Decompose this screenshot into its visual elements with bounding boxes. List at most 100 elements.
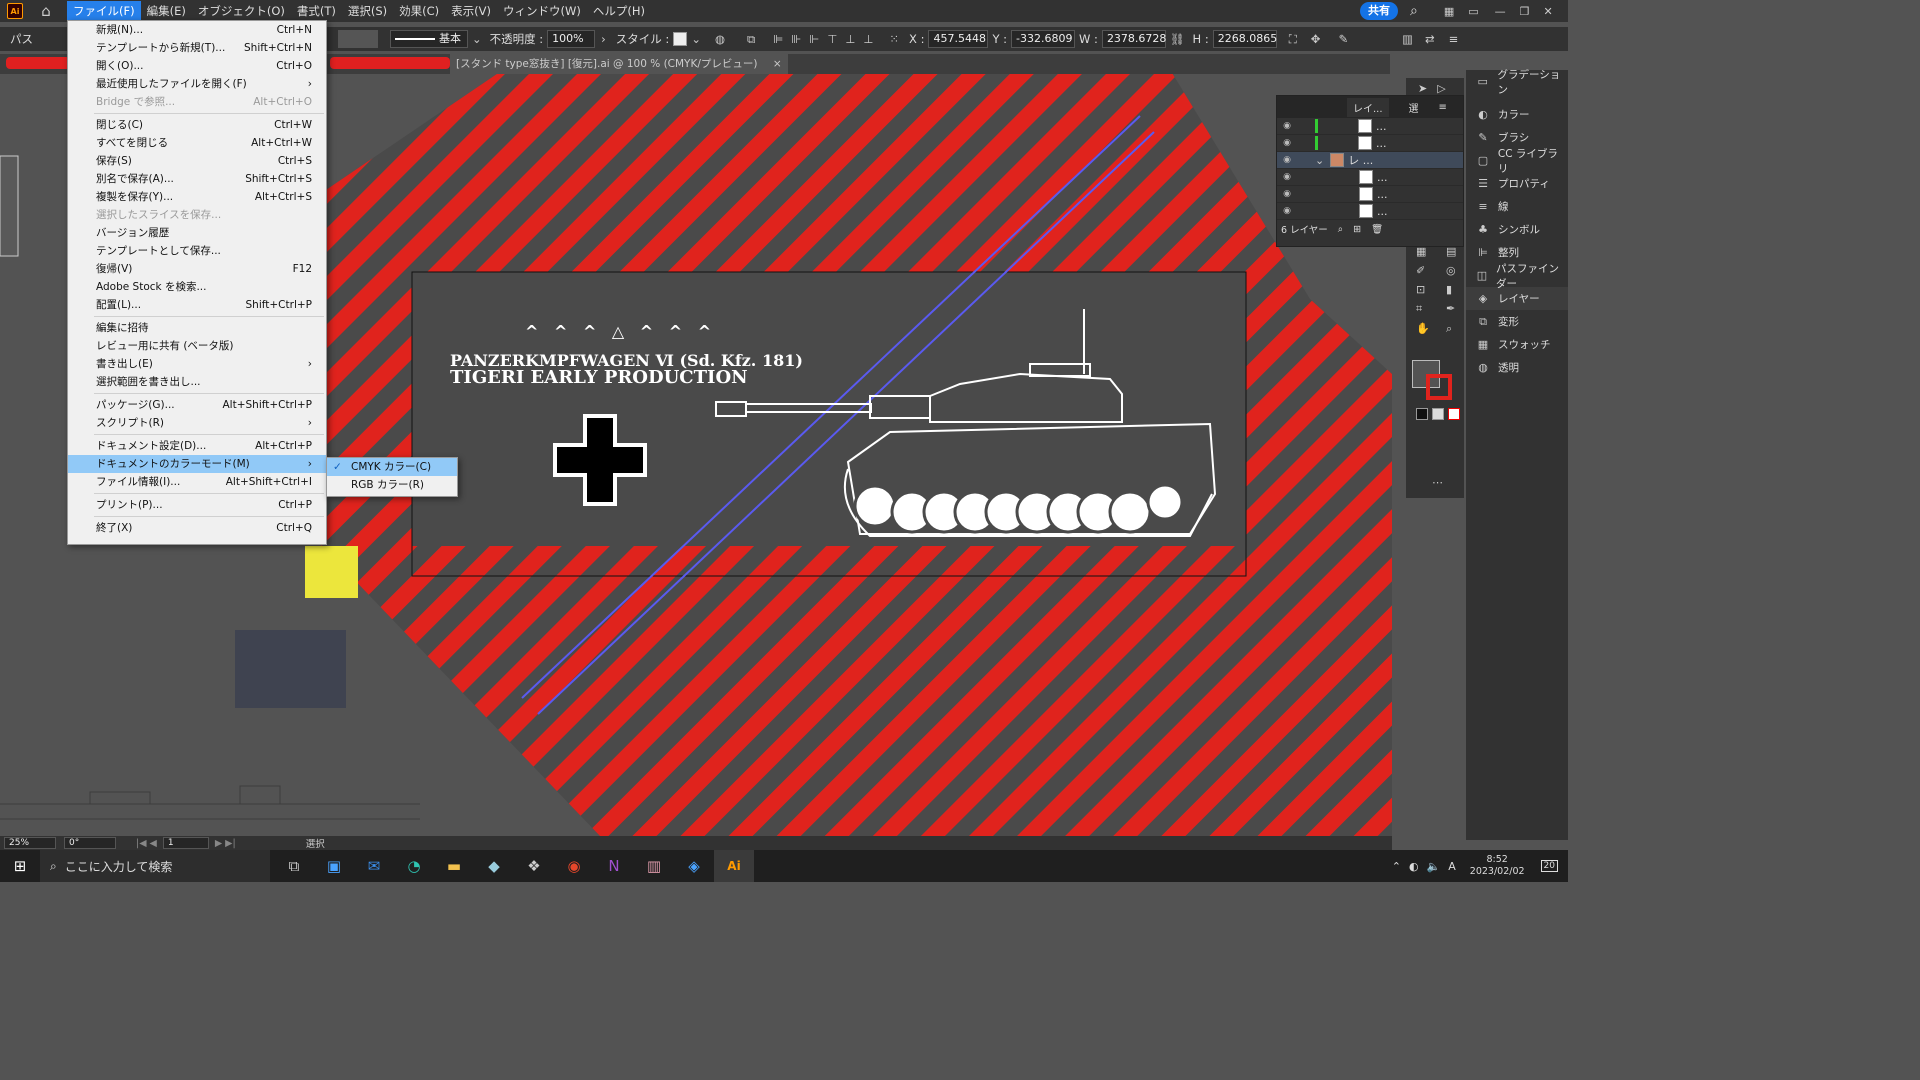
file-menu-item[interactable]: テンプレートとして保存... [68,242,326,260]
document-tab[interactable]: [スタンド type窓抜き] [復元].ai @ 100 % (CMYK/プレビ… [450,54,788,74]
selection-tool-icon[interactable]: ➤ [1418,82,1427,95]
artboard-nav-icons[interactable]: |◀ ◀ [136,838,157,849]
align-center-icon[interactable]: ⊪ [791,32,801,46]
layer-row[interactable]: ◉... [1277,118,1463,135]
mail-icon[interactable]: ✉ [354,850,394,882]
file-menu-item[interactable]: レビュー用に共有 (ベータ版) [68,337,326,355]
file-menu-item[interactable]: 閉じる(C) Ctrl+W [68,116,326,134]
direct-selection-tool-icon[interactable]: ▷ [1437,82,1445,95]
volume-icon[interactable]: 🔈 [1427,860,1441,873]
stroke-style-select[interactable]: 基本 [390,30,468,48]
file-menu-item[interactable]: ドキュメントのカラーモード(M) › [68,455,326,473]
panel-gradient[interactable]: ▭ グラデーション [1466,69,1568,96]
tab-close-icon[interactable]: × [773,58,782,70]
ime-indicator[interactable]: A [1448,860,1456,873]
eye-icon[interactable]: ◉ [1277,172,1297,182]
clock[interactable]: 8:52 2023/02/02 [1470,854,1525,878]
opacity-input[interactable]: 100% [547,30,596,48]
hand-tool-icon[interactable]: ✋ [1416,322,1440,336]
delete-icon[interactable]: 🗑 [1371,224,1383,235]
align-top-icon[interactable]: ⊤ [827,32,837,46]
file-menu-item[interactable]: 選択範囲を書き出し... [68,373,326,391]
align-right-icon[interactable]: ⊩ [809,32,819,46]
workspace-icon[interactable]: ▦ [1444,5,1454,18]
w-input[interactable]: 2378.6728 [1101,30,1166,48]
stroke-swatch[interactable] [1426,374,1452,400]
chevron-down-icon[interactable]: ⌄ [1315,154,1324,167]
file-menu-item[interactable]: 複製を保存(Y)... Alt+Ctrl+S [68,188,326,206]
app-icon[interactable]: ◈ [674,850,714,882]
panel-stroke[interactable]: ≡ 線 [1466,195,1568,218]
photos-icon[interactable]: ▥ [634,850,674,882]
artboard-number[interactable]: 1 [162,837,209,849]
x-input[interactable]: 457.5448 [928,30,989,48]
file-menu-item[interactable]: 編集に招待 [68,319,326,337]
windows-start-icon[interactable]: ⊞ [0,850,40,882]
file-menu-item[interactable]: ファイル情報(I)... Alt+Shift+Ctrl+I [68,473,326,491]
color-button[interactable] [1416,408,1428,420]
menu-edit[interactable]: 編集(E) [141,1,192,21]
share-button[interactable]: 共有 [1360,2,1398,20]
eye-icon[interactable]: ◉ [1277,206,1297,216]
panel-swatches[interactable]: ▦ スウォッチ [1466,333,1568,356]
task-view-icon[interactable]: ⧉ [274,850,314,882]
file-menu-item[interactable]: スクリプト(R) › [68,414,326,432]
h-input[interactable]: 2268.0865 [1212,30,1277,48]
file-menu-item[interactable]: バージョン履歴 [68,224,326,242]
new-sublayer-icon[interactable]: ⊞ [1353,224,1361,235]
file-menu-item[interactable]: Adobe Stock を検索... [68,278,326,296]
illustrator-taskbar-icon[interactable]: Ai [714,850,754,882]
artboard-nav-next-icons[interactable]: ▶ ▶| [215,838,236,849]
store-icon[interactable]: ▣ [314,850,354,882]
tab-selection[interactable]: 選 [1409,100,1419,115]
panel-menu-icon[interactable]: ≡ [1439,102,1447,113]
layer-row[interactable]: ◉... [1277,186,1463,203]
file-menu-item[interactable]: 別名で保存(A)... Shift+Ctrl+S [68,170,326,188]
notification-icon[interactable]: 20 [1540,860,1558,872]
menu-effect[interactable]: 効果(C) [393,1,445,21]
file-menu-item[interactable]: すべてを閉じる Alt+Ctrl+W [68,134,326,152]
panel-color[interactable]: ◐ カラー [1466,103,1568,126]
link-icon[interactable]: ⛓ [1170,32,1185,46]
transform-icon[interactable]: ⧉ [747,32,755,47]
menu-help[interactable]: ヘルプ(H) [587,1,651,21]
restore-icon[interactable]: ❐ [1520,5,1530,18]
symbol-sprayer-icon[interactable]: ⊡ [1416,283,1440,296]
menu-item-rgb[interactable]: RGB カラー(R) [327,476,457,494]
close-icon[interactable]: ✕ [1544,5,1553,18]
slate-rectangle-object[interactable] [235,630,346,708]
panel-transparency[interactable]: ◍ 透明 [1466,356,1568,379]
file-menu-item[interactable]: パッケージ(G)... Alt+Shift+Ctrl+P [68,396,326,414]
rotate-select[interactable]: 0° [64,837,116,849]
eye-icon[interactable]: ◉ [1277,155,1297,165]
tray-chevron-icon[interactable]: ⌃ [1392,860,1401,873]
home-icon[interactable]: ⌂ [35,2,57,20]
gradient-button[interactable] [1432,408,1444,420]
panel-cc-libraries[interactable]: ▢ CC ライブラリ [1466,148,1568,175]
eye-icon[interactable]: ◉ [1277,121,1297,131]
more-tools-icon[interactable]: ⋯ [1432,476,1443,489]
eye-icon[interactable]: ◉ [1277,138,1297,148]
search-icon[interactable]: ⌕ [1338,224,1343,235]
tab-layers[interactable]: レイ... [1347,97,1389,117]
layer-row[interactable]: ◉... [1277,135,1463,152]
minimize-icon[interactable]: — [1495,5,1506,18]
slice-tool-icon[interactable]: ⌗ [1416,302,1440,316]
menu-window[interactable]: ウィンドウ(W) [497,1,587,21]
menu-object[interactable]: オブジェクト(O) [192,1,291,21]
graphic-style-swatch[interactable] [673,32,688,46]
y-input[interactable]: -332.6809 [1011,30,1076,48]
file-menu-item[interactable]: 保存(S) Ctrl+S [68,152,326,170]
panel-pathfinder[interactable]: ◫ パスファインダー [1466,263,1568,290]
puppet-warp-icon[interactable]: ✥ [1311,32,1321,46]
align-bottom-icon[interactable]: ⊥ [863,32,873,46]
align-middle-icon[interactable]: ⊥ [845,32,855,46]
eyedropper-tool-icon[interactable]: ✐ [1416,264,1440,277]
layer-row[interactable]: ◉... [1277,203,1463,220]
edge-icon[interactable]: ◔ [394,850,434,882]
menu-item-cmyk[interactable]: ✓ CMYK カラー(C) [327,458,457,476]
zoom-select[interactable]: 25% [4,837,56,849]
app-icon[interactable]: ◆ [474,850,514,882]
file-menu-item[interactable]: 最近使用したファイルを開く(F) › [68,75,326,93]
file-menu-item[interactable]: テンプレートから新規(T)... Shift+Ctrl+N [68,39,326,57]
